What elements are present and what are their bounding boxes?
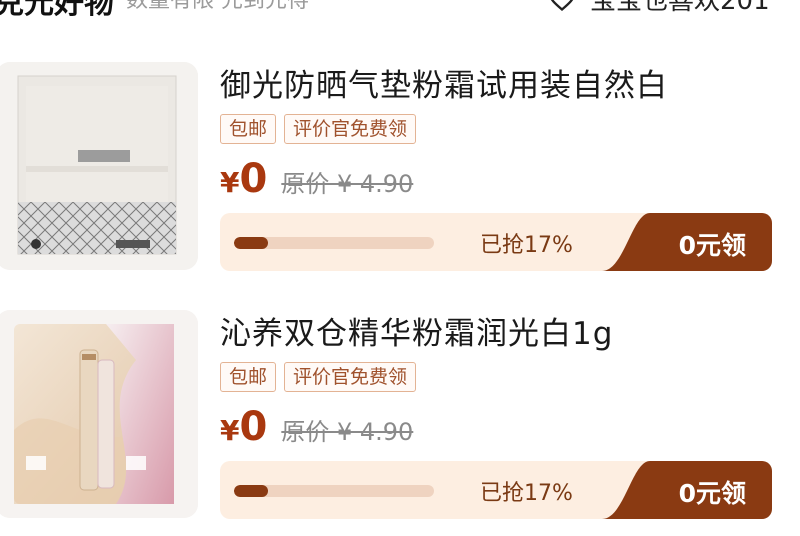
product-tags: 包邮 评价官免费领 bbox=[220, 114, 417, 144]
progress-track bbox=[234, 485, 434, 497]
currency-symbol: ¥ bbox=[220, 414, 240, 447]
product-card[interactable]: 沁养双仓精华粉霜润光白1g 包邮 评价官免费领 ¥ 0 原价 ¥ 4.90 已抢… bbox=[0, 308, 800, 519]
tag-reviewer-free: 评价官免费领 bbox=[284, 114, 417, 144]
heart-icon bbox=[551, 0, 573, 11]
claim-button[interactable]: 0元领 bbox=[602, 213, 772, 271]
progress-track bbox=[234, 237, 434, 249]
price-value: 0 bbox=[239, 404, 268, 450]
claim-button[interactable]: 0元领 bbox=[602, 461, 772, 519]
product-image-serum-foundation[interactable] bbox=[0, 310, 198, 518]
tag-free-shipping: 包邮 bbox=[220, 114, 277, 144]
product-card[interactable]: 御光防晒气垫粉霜试用装自然白 包邮 评价官免费领 ¥ 0 原价 ¥ 4.90 已… bbox=[0, 60, 800, 271]
progress-fill bbox=[234, 485, 268, 497]
favorites-link[interactable]: 宝宝也喜欢201 bbox=[548, 0, 770, 17]
product-title[interactable]: 御光防晒气垫粉霜试用装自然白 bbox=[220, 60, 668, 105]
product-tags: 包邮 评价官免费领 bbox=[220, 362, 417, 392]
claim-button-label: 0元领 bbox=[678, 479, 746, 508]
tag-free-shipping: 包邮 bbox=[220, 362, 277, 392]
sunscreen-cushion-sample-sachet-icon bbox=[0, 62, 198, 270]
section-title: 兑元好物 bbox=[0, 0, 114, 21]
product-title[interactable]: 沁养双仓精华粉霜润光白1g bbox=[220, 308, 613, 353]
currency-symbol: ¥ bbox=[220, 166, 240, 199]
price-value: 0 bbox=[239, 156, 268, 202]
section-subtitle: 数量有限 先到先得 bbox=[126, 0, 309, 13]
grabbed-percentage: 已抢17% bbox=[480, 481, 573, 506]
grabbed-percentage: 已抢17% bbox=[480, 233, 573, 258]
progress-fill bbox=[234, 237, 268, 249]
claim-button-label: 0元领 bbox=[678, 231, 746, 260]
favorites-label: 宝宝也喜欢201 bbox=[590, 0, 770, 16]
price-row: ¥ 0 原价 ¥ 4.90 bbox=[220, 404, 414, 450]
claim-bar: 已抢17% 0元领 bbox=[220, 213, 772, 271]
claim-bar: 已抢17% 0元领 bbox=[220, 461, 772, 519]
section-header: 兑元好物 数量有限 先到先得 宝宝也喜欢201 bbox=[0, 0, 800, 30]
product-image-sunscreen-cushion[interactable] bbox=[0, 62, 198, 270]
price-row: ¥ 0 原价 ¥ 4.90 bbox=[220, 156, 414, 202]
original-price: 原价 ¥ 4.90 bbox=[281, 170, 414, 198]
tag-reviewer-free: 评价官免费领 bbox=[284, 362, 417, 392]
original-price: 原价 ¥ 4.90 bbox=[281, 418, 414, 446]
dual-chamber-serum-foundation-sample-icon bbox=[0, 310, 198, 518]
